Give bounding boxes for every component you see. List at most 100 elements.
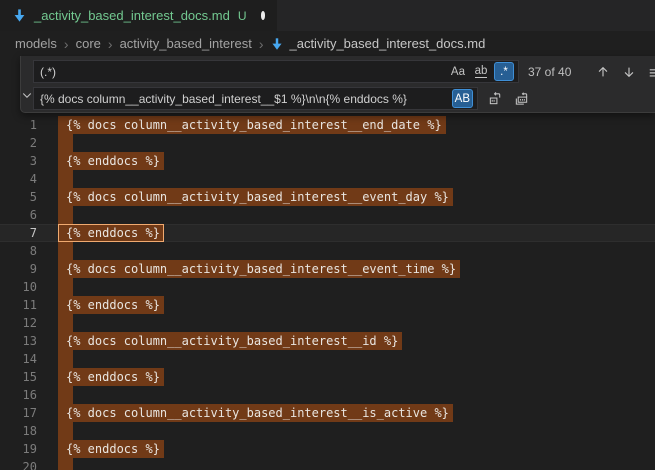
previous-match-button[interactable] [592, 61, 613, 82]
find-match-highlight [58, 350, 73, 368]
arrow-up-icon [596, 65, 610, 79]
line-number[interactable]: 1 [0, 116, 37, 134]
breadcrumb-file-label: _activity_based_interest_docs.md [289, 36, 485, 51]
editor-line-9[interactable]: 9 {% docs column__activity_based_interest… [0, 260, 655, 278]
line-number[interactable]: 7 [0, 224, 37, 242]
breadcrumb-separator: › [108, 36, 113, 52]
arrow-down-icon [622, 65, 636, 79]
line-number[interactable]: 12 [0, 314, 37, 332]
editor-line-6[interactable]: 6 [0, 206, 655, 224]
match-count: 37 of 40 [528, 65, 580, 79]
current-find-match: {% enddocs %} [58, 224, 164, 242]
selection-lines-icon [648, 65, 655, 79]
line-number[interactable]: 4 [0, 170, 37, 188]
find-match-highlight [58, 242, 73, 260]
editor-line-11[interactable]: 11 {% enddocs %} [0, 296, 655, 314]
find-input-value: (.*) [40, 65, 445, 79]
replace-all-button[interactable] [511, 88, 532, 109]
line-number[interactable]: 5 [0, 188, 37, 206]
match-case-toggle[interactable]: Aa [448, 62, 468, 81]
find-replace-widget: (.*) Aa ab .* 37 of 40 [20, 56, 655, 113]
preserve-case-toggle[interactable]: AB [452, 89, 473, 108]
find-input[interactable]: (.*) Aa ab .* [33, 60, 519, 83]
line-number[interactable]: 10 [0, 278, 37, 296]
line-number[interactable]: 11 [0, 296, 37, 314]
find-match-highlight: {% docs column__activity_based_interest_… [58, 116, 446, 134]
breadcrumb: models › core › activity_based_interest … [0, 31, 655, 56]
find-match-highlight: {% docs column__activity_based_interest_… [58, 404, 453, 422]
replace-icon [488, 91, 503, 106]
git-untracked-badge: U [238, 9, 247, 23]
replace-input[interactable]: {% docs column__activity_based_interest_… [33, 87, 478, 110]
editor-line-19[interactable]: 19 {% enddocs %} [0, 440, 655, 458]
find-match-highlight: {% enddocs %} [58, 296, 164, 314]
editor-line-13[interactable]: 13{% docs column__activity_based_interes… [0, 332, 655, 350]
editor-line-1[interactable]: 1 {% docs column__activity_based_interest… [0, 116, 655, 134]
editor-line-7[interactable]: 7 {% enddocs %} [0, 224, 655, 242]
line-number[interactable]: 20 [0, 458, 37, 470]
line-number[interactable]: 8 [0, 242, 37, 260]
line-number[interactable]: 16 [0, 386, 37, 404]
code-area[interactable]: 1{% docs column__activity_based_interest… [0, 56, 655, 470]
editor-line-17[interactable]: 17 {% docs column__activity_based_interes… [0, 404, 655, 422]
editor-line-10[interactable]: 10 [0, 278, 655, 296]
editor-line-20[interactable]: 20 [0, 458, 655, 470]
tab-activity-docs[interactable]: _activity_based_interest_docs.md U [0, 0, 277, 31]
find-in-selection-button[interactable] [644, 61, 655, 82]
find-match-highlight: {% enddocs %} [58, 440, 164, 458]
chevron-down-icon [21, 89, 33, 101]
editor-line-3[interactable]: 3 {% enddocs %} [0, 152, 655, 170]
next-match-button[interactable] [618, 61, 639, 82]
editor-line-12[interactable]: 12 [0, 314, 655, 332]
editor-line-15[interactable]: 15 {% enddocs %} [0, 368, 655, 386]
replace-row: {% docs column__activity_based_interest_… [33, 87, 655, 110]
line-number[interactable]: 14 [0, 350, 37, 368]
tab-title: _activity_based_interest_docs.md [34, 8, 230, 23]
replace-all-icon [514, 91, 529, 106]
line-number[interactable]: 6 [0, 206, 37, 224]
breadcrumb-item-core[interactable]: core [76, 36, 101, 51]
line-number[interactable]: 3 [0, 152, 37, 170]
editor-line-16[interactable]: 16 [0, 386, 655, 404]
find-match-highlight: {% enddocs %} [58, 368, 164, 386]
replace-button[interactable] [485, 88, 506, 109]
tab-bar: _activity_based_interest_docs.md U [0, 0, 655, 31]
find-match-highlight: {% docs column__activity_based_interest_… [58, 188, 453, 206]
find-match-highlight [58, 170, 73, 188]
find-match-highlight [58, 314, 73, 332]
line-number[interactable]: 9 [0, 260, 37, 278]
line-number[interactable]: 18 [0, 422, 37, 440]
find-match-highlight [58, 458, 73, 470]
find-match-highlight: {% docs column__activity_based_interest_… [58, 260, 460, 278]
find-row: (.*) Aa ab .* 37 of 40 [33, 60, 655, 83]
find-match-highlight [58, 206, 73, 224]
breadcrumb-item-models[interactable]: models [15, 36, 57, 51]
breadcrumb-separator: › [259, 36, 264, 52]
line-number[interactable]: 2 [0, 134, 37, 152]
find-match-highlight [58, 386, 73, 404]
vscode-window: _activity_based_interest_docs.md U model… [0, 0, 655, 470]
editor-line-2[interactable]: 2 [0, 134, 655, 152]
breadcrumb-item-file[interactable]: _activity_based_interest_docs.md [270, 36, 485, 51]
find-match-highlight [58, 278, 73, 296]
replace-input-value: {% docs column__activity_based_interest_… [40, 92, 449, 106]
line-number[interactable]: 13 [0, 332, 37, 350]
line-number[interactable]: 17 [0, 404, 37, 422]
breadcrumb-item-activity-based-interest[interactable]: activity_based_interest [120, 36, 252, 51]
toggle-replace-button[interactable] [21, 56, 33, 112]
editor-line-5[interactable]: 5 {% docs column__activity_based_interest… [0, 188, 655, 206]
editor-line-18[interactable]: 18 [0, 422, 655, 440]
editor-line-14[interactable]: 14 [0, 350, 655, 368]
breadcrumb-separator: › [64, 36, 69, 52]
editor-line-4[interactable]: 4 [0, 170, 655, 188]
line-number[interactable]: 19 [0, 440, 37, 458]
regex-toggle[interactable]: .* [494, 62, 514, 81]
unsaved-changes-dot-icon[interactable] [261, 11, 265, 20]
markdown-file-icon [270, 37, 284, 51]
find-match-highlight: {% enddocs %} [58, 152, 164, 170]
find-match-highlight [58, 134, 73, 152]
whole-word-toggle[interactable]: ab [471, 62, 491, 81]
editor-line-8[interactable]: 8 [0, 242, 655, 260]
markdown-file-icon [12, 8, 27, 23]
line-number[interactable]: 15 [0, 368, 37, 386]
